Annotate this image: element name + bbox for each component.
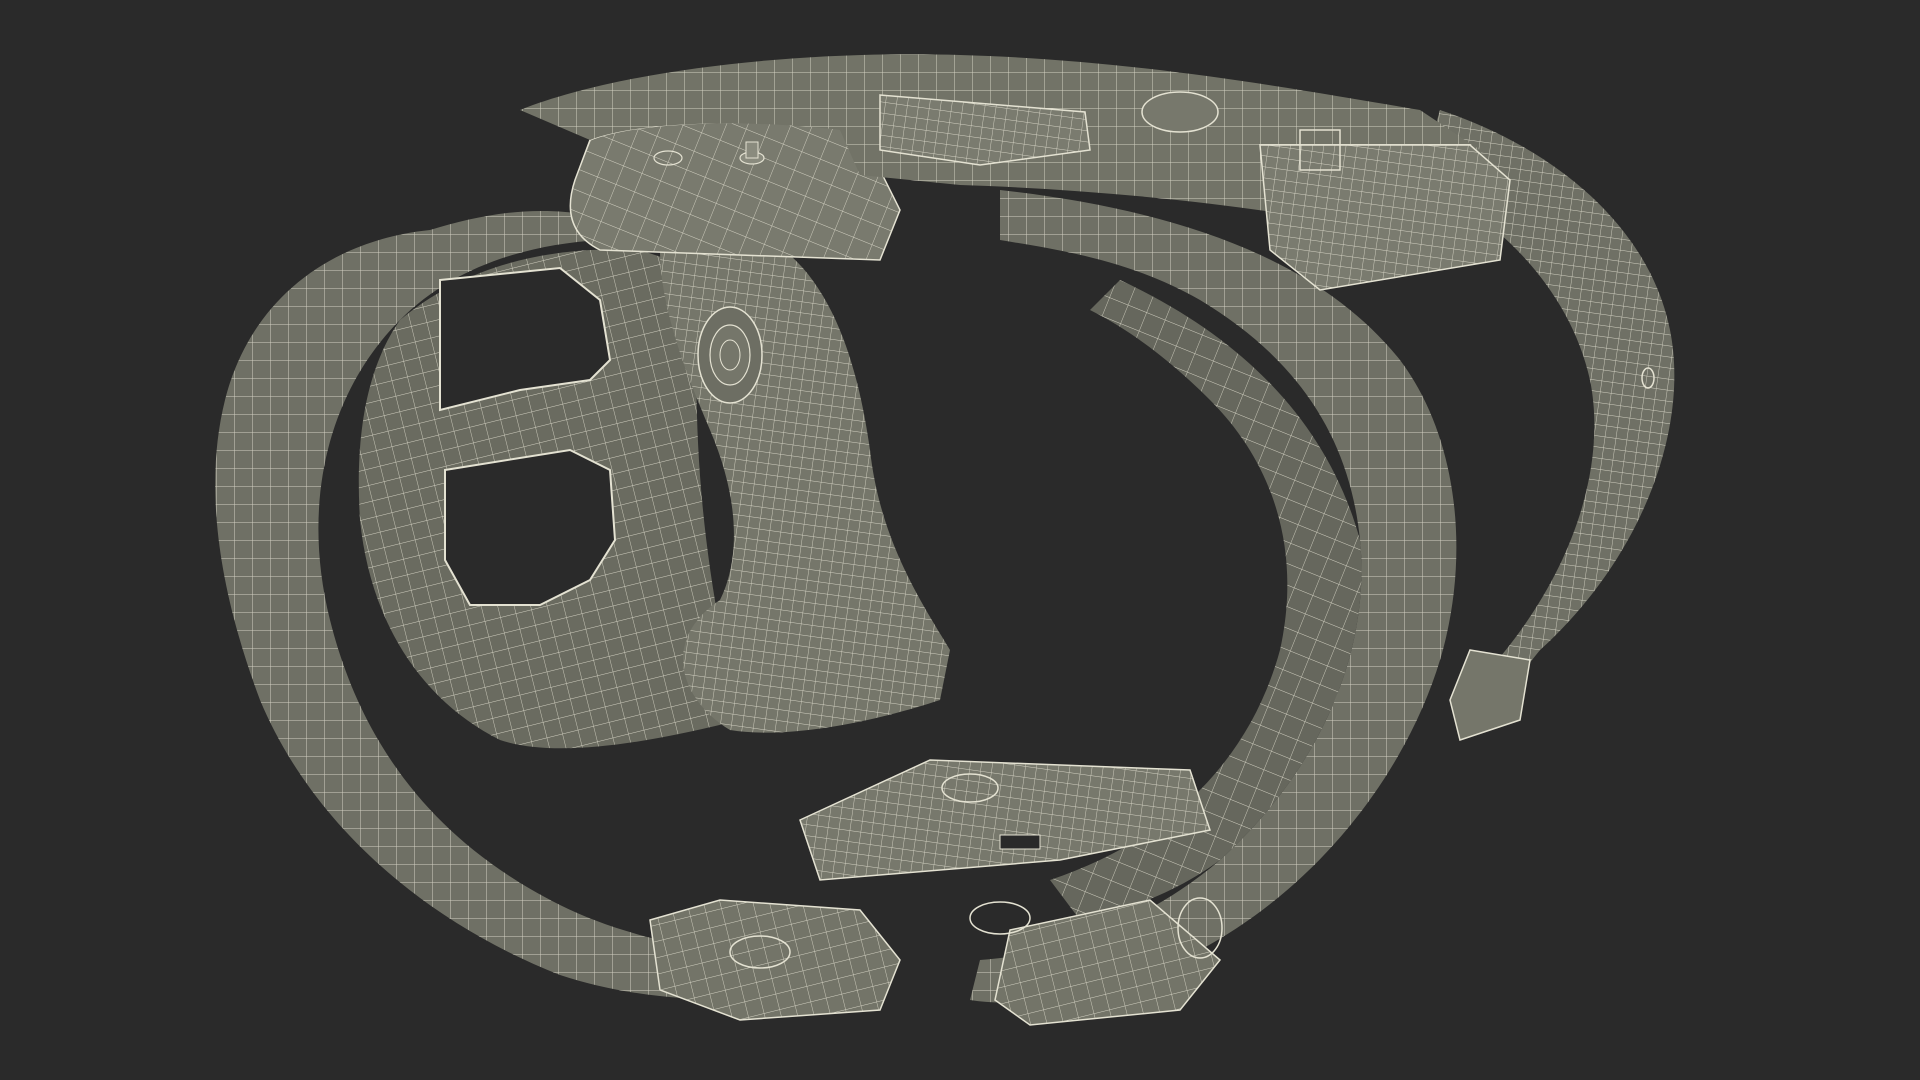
strap-buckle bbox=[1449, 649, 1531, 741]
strap-button bbox=[1141, 91, 1219, 133]
bottom-slot bbox=[999, 834, 1041, 850]
render-viewport bbox=[0, 0, 1920, 1080]
wireframe-model-render bbox=[215, 54, 1675, 1026]
strut-rivet bbox=[697, 306, 763, 404]
bottom-rivet-2 bbox=[969, 901, 1031, 935]
right-loop bbox=[970, 190, 1457, 1003]
center-strut bbox=[660, 250, 950, 733]
